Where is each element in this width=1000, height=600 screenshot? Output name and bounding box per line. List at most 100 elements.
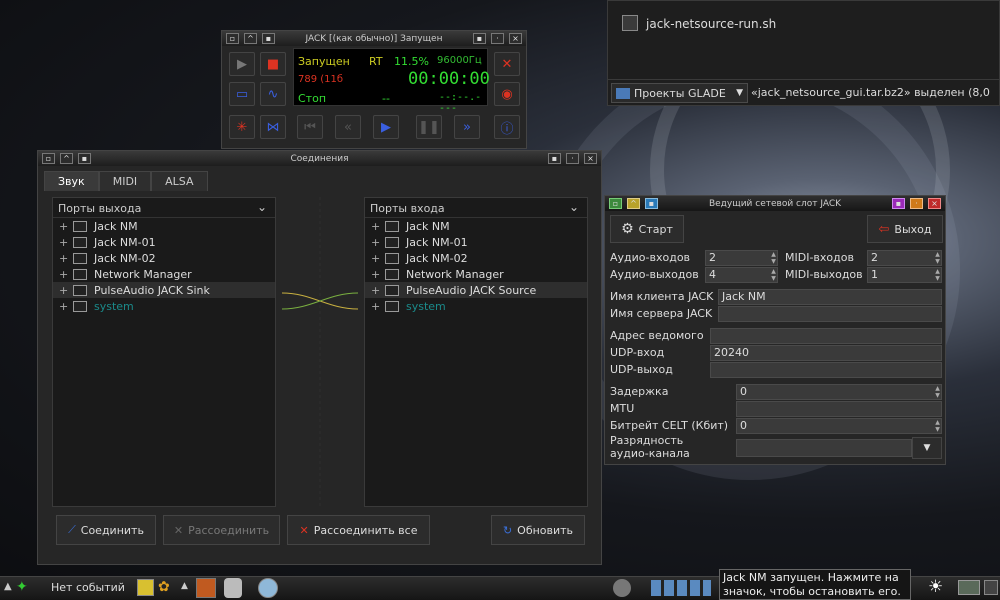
start-button[interactable]: ⚙ Старт — [610, 215, 684, 243]
expand-icon[interactable]: + — [59, 220, 73, 233]
expand-icon[interactable]: + — [59, 236, 73, 249]
notes-icon[interactable] — [137, 579, 154, 596]
input-port[interactable]: + Jack NM — [365, 218, 587, 234]
brightness-icon[interactable]: ☀ — [928, 577, 943, 597]
expand-icon[interactable]: + — [371, 268, 385, 281]
minimize-button[interactable]: ▪ — [473, 33, 486, 44]
file-name[interactable]: jack-netsource-run.sh — [646, 17, 776, 31]
expand-icon[interactable]: + — [371, 236, 385, 249]
app-launcher-icon[interactable] — [196, 578, 216, 598]
expand-icon[interactable]: + — [59, 284, 73, 297]
transport-play-icon[interactable]: ▶ — [373, 115, 399, 139]
menu-arrow-icon[interactable]: ▲ — [4, 581, 12, 592]
chevron-down-icon[interactable]: ⌄ — [569, 200, 579, 214]
audio-in-spinbox[interactable]: 2 ▲ ▼ — [705, 250, 778, 266]
globe-icon[interactable] — [258, 578, 278, 598]
udp-in-field[interactable]: 20240 — [710, 345, 942, 361]
messages-icon[interactable]: ∿ — [260, 82, 286, 106]
script-file-icon[interactable] — [622, 15, 638, 31]
input-port[interactable]: + Jack NM-01 — [365, 234, 587, 250]
server-name-field[interactable] — [718, 306, 942, 322]
backward-icon[interactable]: « — [335, 115, 361, 139]
mtu-field[interactable] — [736, 401, 942, 417]
title-bar[interactable]: ▫ ^ ▪ Соединения ▪ · × — [38, 151, 601, 166]
chevron-down-icon[interactable]: ⌄ — [257, 200, 267, 214]
minimize-button[interactable]: ▪ — [892, 198, 905, 209]
input-ports-pane[interactable]: Порты входа ⌄ + Jack NM + Jack NM-01 + Jack… — [364, 197, 588, 507]
quit-icon[interactable]: ✕ — [494, 52, 520, 76]
midi-in-spinbox[interactable]: 2 ▲ ▼ — [867, 250, 942, 266]
tab-alsa[interactable]: ALSA — [151, 171, 208, 191]
sticky-button[interactable]: ▪ — [262, 33, 275, 44]
output-port[interactable]: + system — [53, 298, 275, 314]
maximize-button[interactable]: · — [910, 198, 923, 209]
expand-icon[interactable]: + — [59, 252, 73, 265]
input-ports-header[interactable]: Порты входа ⌄ — [365, 198, 587, 218]
spin-arrows-icon[interactable]: ▲ ▼ — [770, 251, 777, 265]
shade-button[interactable]: ^ — [244, 33, 257, 44]
stop-icon[interactable]: ■ — [260, 52, 286, 76]
monitor-icon[interactable] — [958, 580, 980, 595]
close-button[interactable]: × — [584, 153, 597, 164]
close-button[interactable]: × — [509, 33, 522, 44]
network-icons[interactable] — [651, 580, 711, 596]
expand-icon[interactable]: + — [59, 300, 73, 313]
shade-button[interactable]: ^ — [627, 198, 640, 209]
setup-icon[interactable]: ▭ — [229, 82, 255, 106]
spin-arrows-icon[interactable]: ▲ ▼ — [934, 268, 941, 282]
expand-icon[interactable]: + — [59, 268, 73, 281]
close-button[interactable]: × — [928, 198, 941, 209]
bit-depth-combo[interactable] — [736, 439, 912, 457]
udp-out-field[interactable] — [710, 362, 942, 378]
midi-out-spinbox[interactable]: 1 ▲ ▼ — [867, 267, 942, 283]
expand-icon[interactable]: + — [371, 220, 385, 233]
slave-address-field[interactable] — [710, 328, 942, 344]
forward-icon[interactable]: » — [454, 115, 480, 139]
quit-button[interactable]: ⇦ Выход — [867, 215, 943, 243]
menu-button[interactable]: ▫ — [226, 33, 239, 44]
pause-icon[interactable]: ❚❚ — [416, 115, 442, 139]
input-port[interactable]: + Jack NM-02 — [365, 250, 587, 266]
output-port[interactable]: + PulseAudio JACK Sink — [53, 282, 275, 298]
expand-icon[interactable]: + — [371, 252, 385, 265]
power-icon[interactable] — [613, 579, 631, 597]
disconnect-all-button[interactable]: ✕ Рассоединить все — [287, 515, 430, 545]
tab-midi[interactable]: MIDI — [98, 171, 152, 191]
input-port[interactable]: + Network Manager — [365, 266, 587, 282]
output-port[interactable]: + Network Manager — [53, 266, 275, 282]
client-name-field[interactable]: Jack NM — [718, 289, 942, 305]
input-port[interactable]: + system — [365, 298, 587, 314]
rewind-start-icon[interactable]: ⏮ — [297, 115, 323, 139]
info-icon[interactable]: ⓘ — [494, 115, 520, 139]
input-port[interactable]: + PulseAudio JACK Source — [365, 282, 587, 298]
bit-depth-dropdown-button[interactable]: ▼ — [912, 437, 942, 459]
trash-icon[interactable] — [224, 578, 242, 598]
events-label[interactable]: Нет событий — [51, 581, 125, 594]
output-ports-pane[interactable]: Порты выхода ⌄ + Jack NM + Jack NM-01 + Jac… — [52, 197, 276, 507]
title-bar[interactable]: ▫ ^ ▪ JACK [(как обычно)] Запущен ▪ · × — [222, 31, 526, 46]
tab-audio[interactable]: Звук — [44, 171, 99, 191]
audio-out-spinbox[interactable]: 4 ▲ ▼ — [705, 267, 778, 283]
output-port[interactable]: + Jack NM-02 — [53, 250, 275, 266]
connections-icon[interactable]: ✳ — [229, 115, 255, 139]
latency-spinbox[interactable]: 0 ▲ ▼ — [736, 384, 942, 400]
spin-arrows-icon[interactable]: ▲ ▼ — [770, 268, 777, 282]
sticky-button[interactable]: ▪ — [78, 153, 91, 164]
menu-button[interactable]: ▫ — [609, 198, 622, 209]
refresh-button[interactable]: ↻ Обновить — [491, 515, 585, 545]
spin-arrows-icon[interactable]: ▲ ▼ — [934, 251, 941, 265]
spin-arrows-icon[interactable]: ▲ ▼ — [934, 385, 941, 399]
expand-icon[interactable]: + — [371, 284, 385, 297]
celt-spinbox[interactable]: 0 ▲ ▼ — [736, 418, 942, 434]
maximize-button[interactable]: · — [566, 153, 579, 164]
spin-arrows-icon[interactable]: ▲ ▼ — [934, 419, 941, 433]
location-button[interactable]: Проекты GLADE ▼ — [611, 83, 748, 103]
patchbay-icon[interactable]: ⋈ — [260, 115, 286, 139]
output-ports-header[interactable]: Порты выхода ⌄ — [53, 198, 275, 218]
minimize-button[interactable]: ▪ — [548, 153, 561, 164]
disconnect-button[interactable]: ✕ Рассоединить — [163, 515, 280, 545]
maximize-button[interactable]: · — [491, 33, 504, 44]
applet-icon[interactable]: ✿ — [158, 579, 170, 595]
play-icon[interactable]: ▶ — [229, 52, 255, 76]
connect-button[interactable]: ⟋ Соединить — [56, 515, 156, 545]
